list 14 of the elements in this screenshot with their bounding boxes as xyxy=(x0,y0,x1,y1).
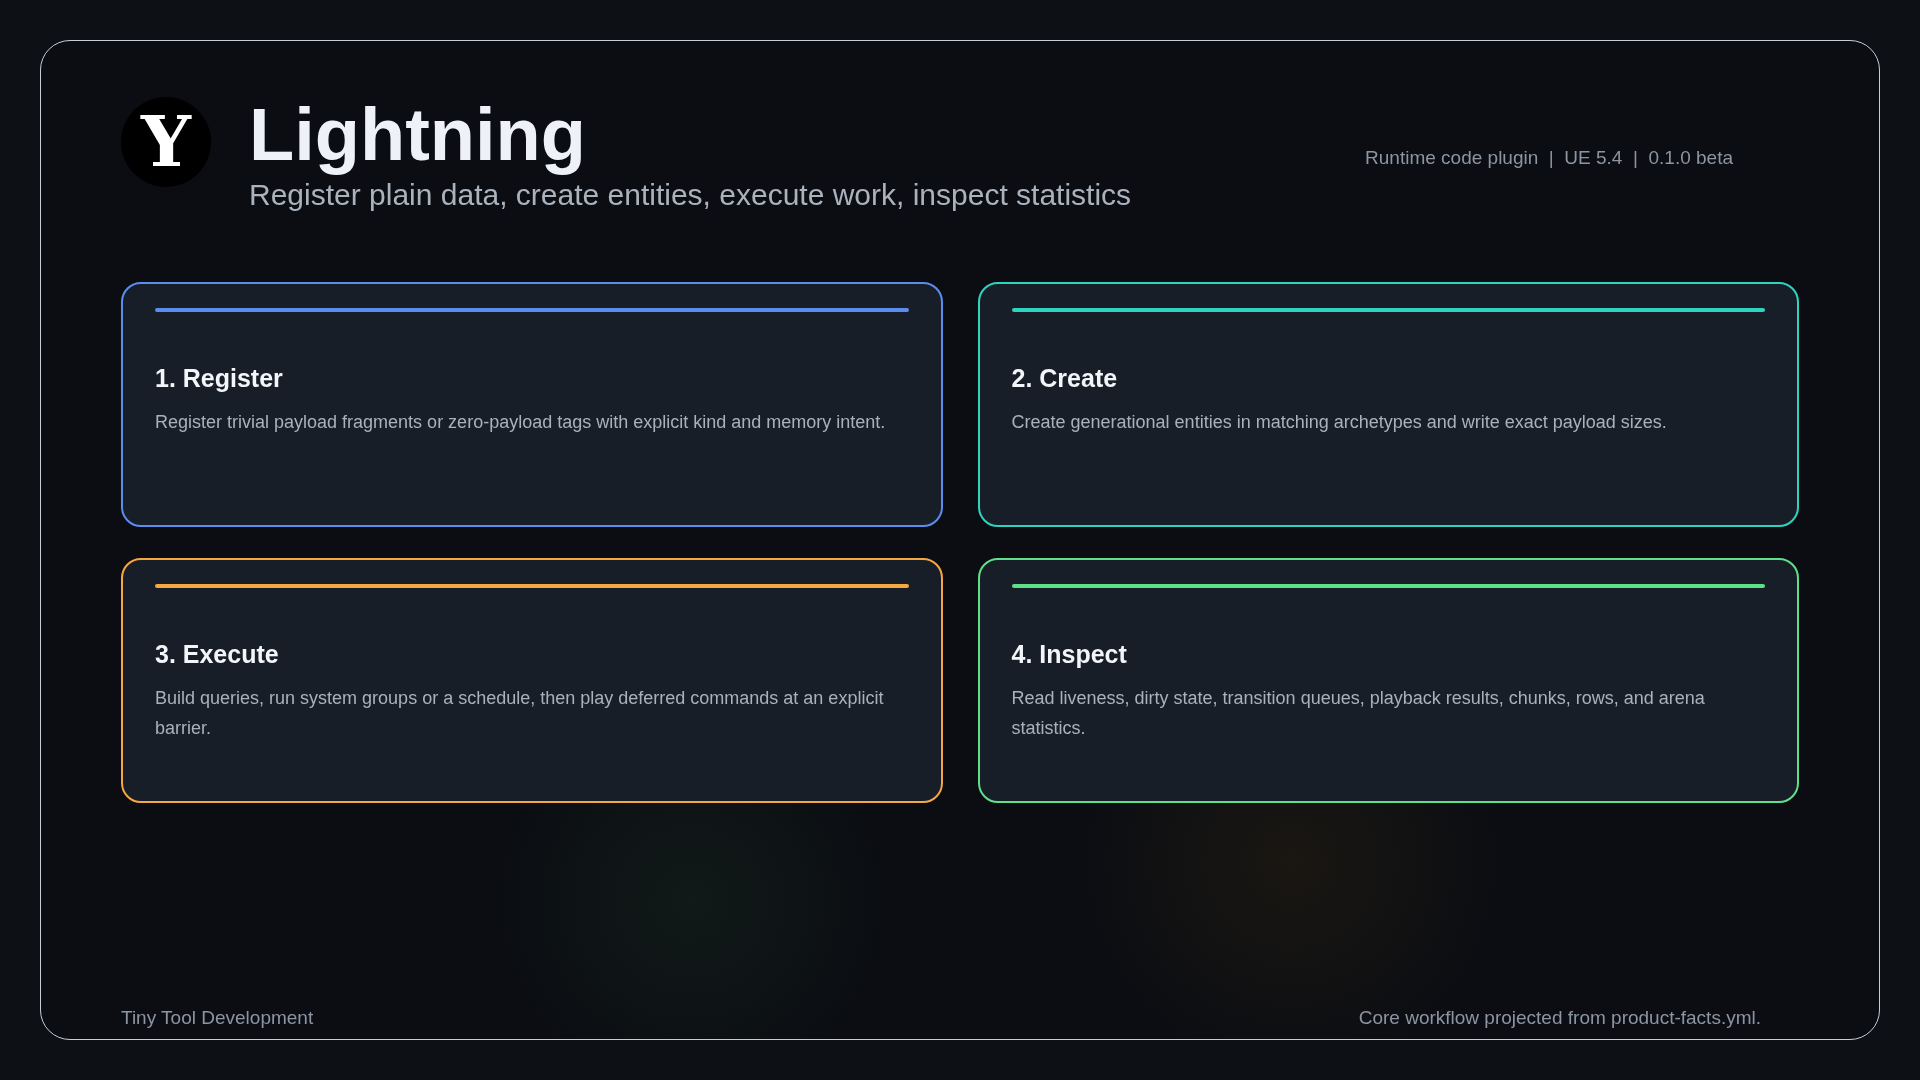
card-description: Read liveness, dirty state, transition queues, playback results, chunks, rows, and arena statistics. xyxy=(1011,686,1706,740)
footer-credit: Tiny Tool Development xyxy=(121,1007,314,1029)
app-title: Lightning xyxy=(249,92,587,178)
card-description: Create generational entities in matching archetypes and write exact payload sizes. xyxy=(1011,410,1668,434)
card-title: 2. Create xyxy=(1011,363,1119,393)
subtitle: Register plain data, create entities, execute work, inspect statistics xyxy=(249,177,1132,212)
card-description: Build queries, run system groups or a schedule, then play deferred commands at an explicit barrier. xyxy=(155,686,885,740)
version-info: Runtime code plugin | UE 5.4 | 0.1.0 beta xyxy=(1365,147,1733,169)
footer-note: Core workflow projected from product-facts.yml. xyxy=(1358,1007,1761,1029)
logo-icon: Y xyxy=(121,97,211,187)
card-title: 3. Execute xyxy=(155,639,280,669)
card-description: Register trivial payload fragments or zero-payload tags with explicit kind and memory intent. xyxy=(155,410,887,434)
card-title: 4. Inspect xyxy=(1011,639,1128,669)
card-title: 1. Register xyxy=(155,363,284,393)
